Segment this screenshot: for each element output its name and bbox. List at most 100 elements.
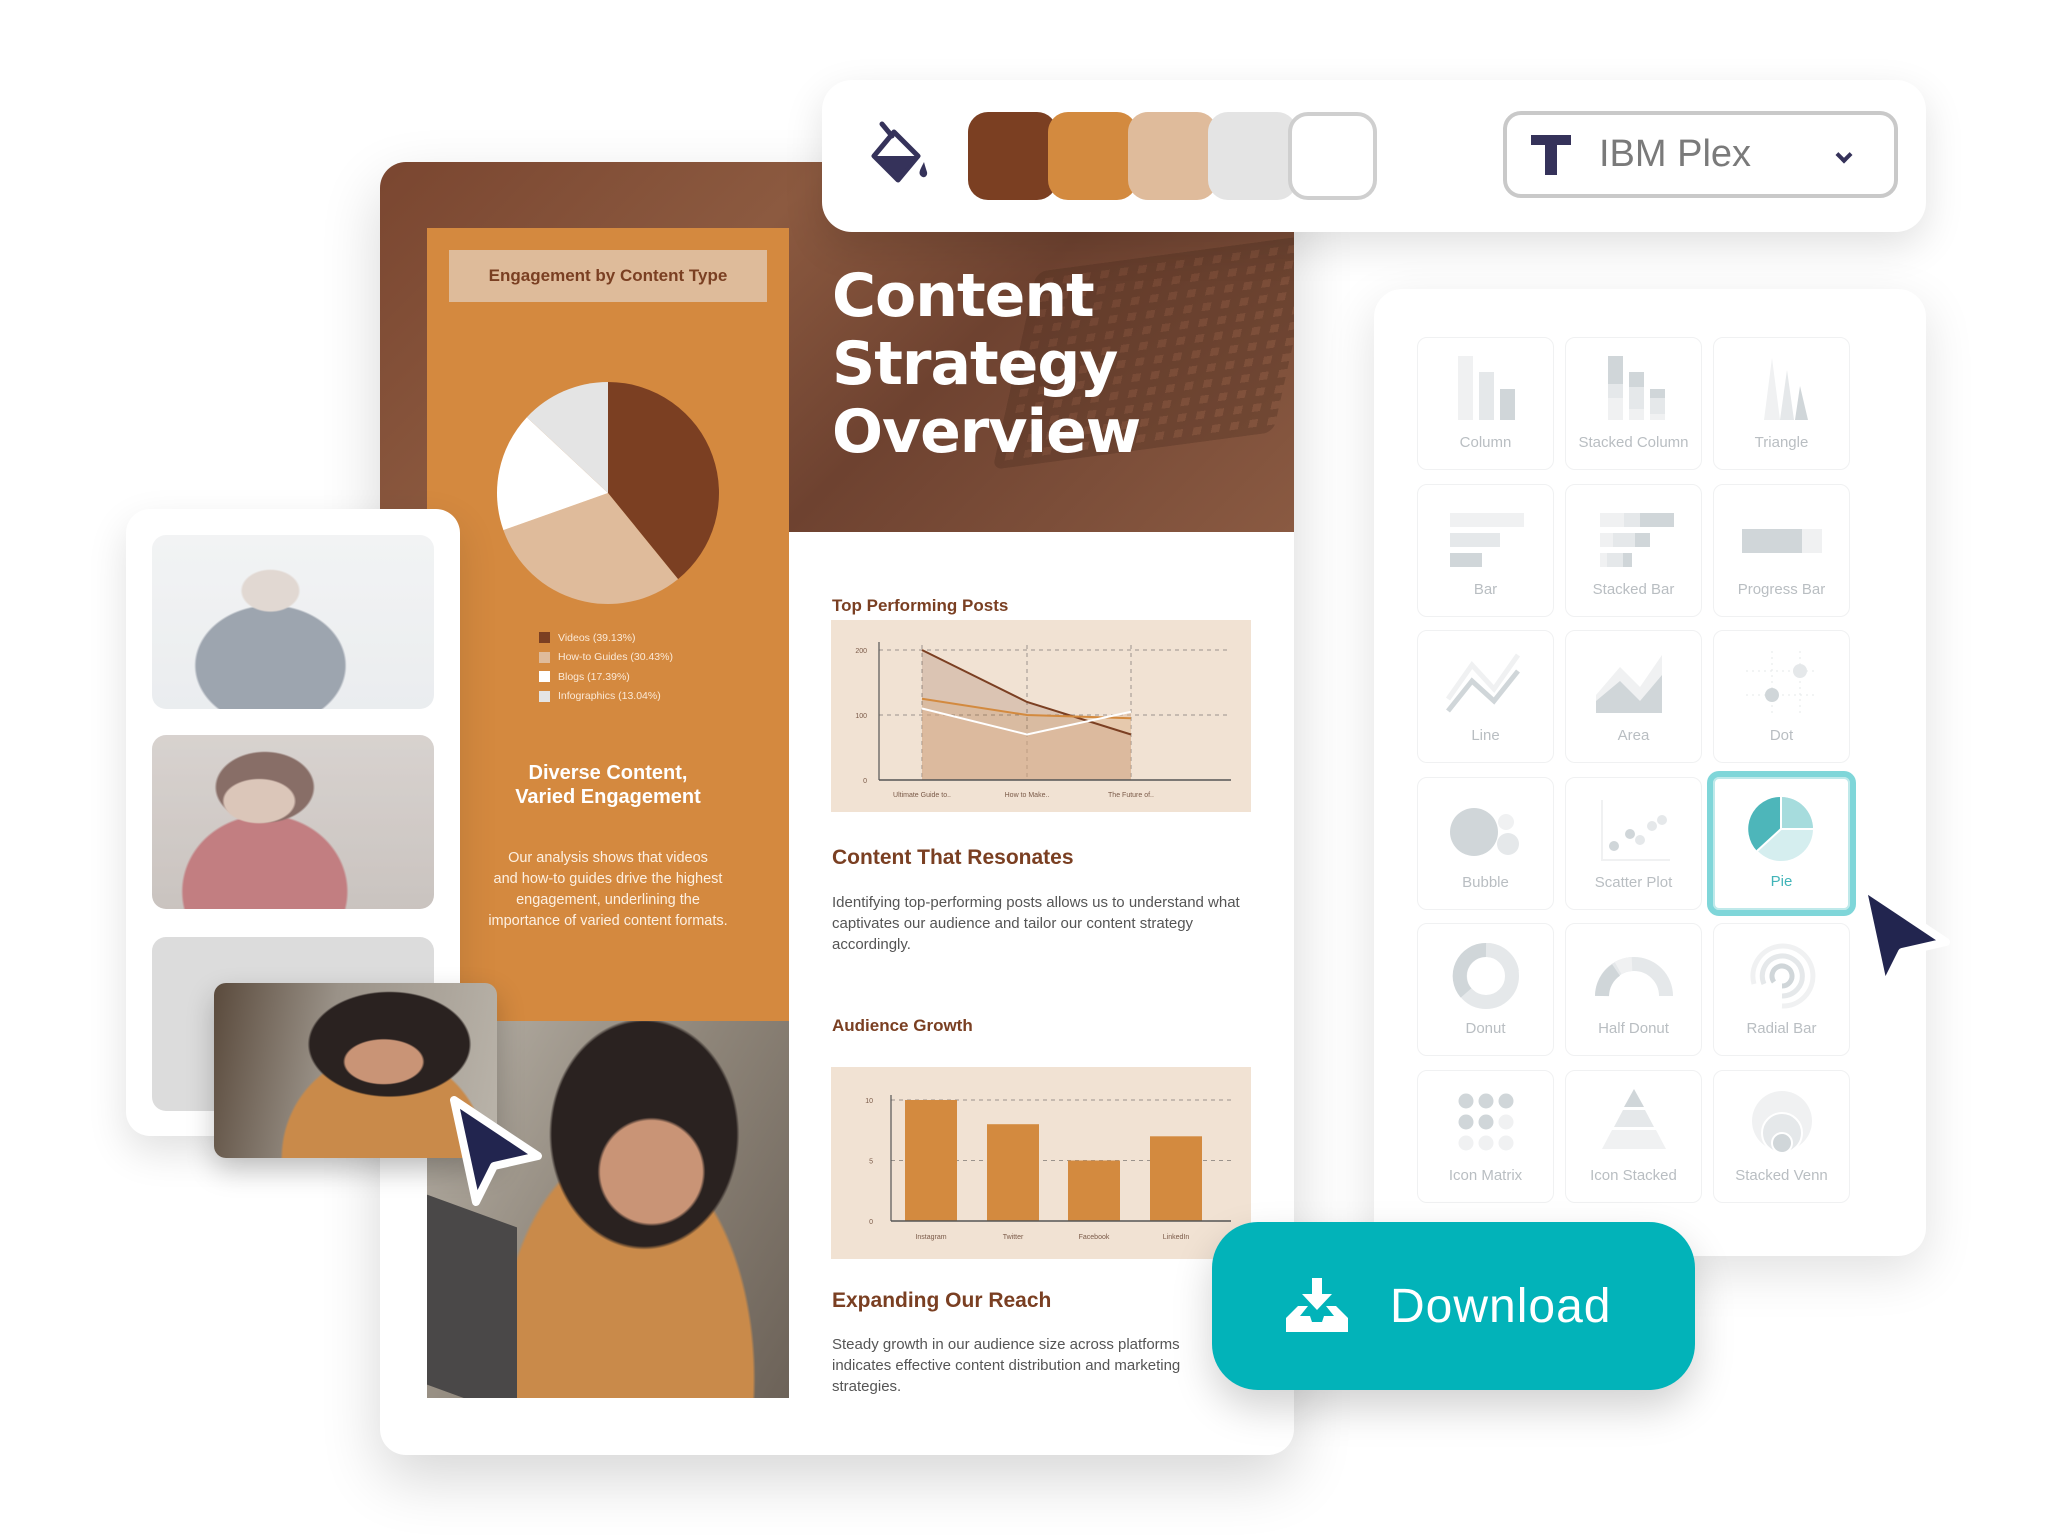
chart-type-line[interactable]: Line [1417, 630, 1554, 764]
legend-label: Infographics (13.04%) [558, 690, 661, 703]
engagement-body: Our analysis shows that videos and how-t… [457, 848, 759, 932]
stacked-bar-chart-icon [1600, 512, 1674, 567]
engagement-panel[interactable]: Engagement by Content Type Videos (39.13… [427, 228, 789, 1021]
body-line: Our analysis shows that videos [508, 850, 708, 866]
y-tick-label: 0 [869, 1219, 873, 1226]
text-T-icon [1531, 134, 1571, 175]
heading-line: Varied Engagement [515, 786, 701, 808]
chart-type-label: Progress Bar [1737, 580, 1826, 598]
x-tick-label: Ultimate Guide to.. [893, 792, 951, 799]
bar-linkedin[interactable] [1150, 1136, 1202, 1221]
chart-type-label: Stacked Venn [1735, 1167, 1828, 1184]
resonates-body: Identifying top-performing posts allows … [832, 894, 1240, 953]
chart-type-area[interactable]: Area [1565, 630, 1702, 764]
chart-type-donut[interactable]: Donut [1417, 923, 1554, 1057]
legend-item: Infographics (13.04%) [539, 687, 673, 707]
color-swatch-light-gray[interactable] [1208, 112, 1297, 200]
chart-type-pie[interactable]: Pie [1707, 770, 1856, 916]
bar-chart-icon [1450, 512, 1524, 567]
chart-type-bubble[interactable]: Bubble [1417, 776, 1554, 910]
paint-bucket-icon[interactable] [864, 118, 936, 190]
style-toolbar: IBM Plex [822, 80, 1926, 232]
chart-type-stacked-venn[interactable]: Stacked Venn [1713, 1070, 1850, 1203]
resonates-heading: Content That Resonates [832, 846, 1074, 869]
chart-type-scatter-plot[interactable]: Scatter Plot [1565, 776, 1702, 910]
heading-line: Diverse Content, [528, 762, 688, 784]
chart-type-stacked-bar[interactable]: Stacked Bar [1565, 483, 1702, 617]
engagement-pie-chart[interactable] [495, 380, 721, 606]
reach-body: Steady growth in our audience size acros… [832, 1336, 1181, 1395]
bar-instagram[interactable] [905, 1100, 957, 1221]
font-family-dropdown[interactable]: IBM Plex [1503, 111, 1898, 198]
chart-type-column[interactable]: Column [1417, 337, 1554, 470]
icon-matrix-icon [1458, 1093, 1514, 1151]
bar-twitter[interactable] [987, 1124, 1039, 1221]
chart-type-label: Icon Matrix [1448, 1167, 1523, 1184]
y-tick-label: 5 [869, 1159, 873, 1166]
document-title[interactable]: Content Strategy Overview [832, 262, 1141, 467]
reach-heading: Expanding Our Reach [832, 1289, 1052, 1312]
chart-type-label: Dot [1769, 727, 1794, 745]
chart-type-radial-bar[interactable]: Radial Bar [1713, 923, 1850, 1057]
top-posts-chart-box[interactable]: 0 100 200 Ultimate Guide to.. How to Make.. T… [831, 620, 1251, 812]
chart-type-label: Icon Stacked [1590, 1167, 1677, 1184]
chart-type-stacked-column[interactable]: Stacked Column [1565, 337, 1702, 470]
x-tick-label: LinkedIn [1163, 1234, 1190, 1241]
color-swatch-dark-brown[interactable] [968, 112, 1057, 200]
color-swatch-white[interactable] [1288, 112, 1377, 200]
color-swatch-tan[interactable] [1128, 112, 1217, 200]
radial-bar-chart-icon [1750, 943, 1816, 1009]
area-chart-icon [1596, 655, 1662, 714]
photo-thumbnail-woman-glasses[interactable] [152, 735, 434, 909]
stacked-column-chart-icon [1608, 356, 1665, 420]
chart-type-triangle[interactable]: Triangle [1713, 337, 1850, 470]
chart-type-bar[interactable]: Bar [1417, 483, 1554, 617]
title-line: Overview [832, 397, 1141, 467]
legend-swatch [539, 671, 550, 683]
engagement-title: Engagement by Content Type [488, 266, 728, 285]
chart-type-picker: Column Stacked Column Triangle Bar Stacked B… [1374, 289, 1926, 1256]
chart-type-label: Stacked Column [1578, 434, 1689, 451]
half-donut-chart-icon [1595, 957, 1673, 997]
x-tick-label: Instagram [915, 1234, 946, 1241]
chart-type-label: Triangle [1754, 434, 1809, 451]
chart-type-icon-matrix[interactable]: Icon Matrix [1417, 1070, 1554, 1203]
stacked-venn-icon [1752, 1091, 1812, 1154]
cursor-arrow-icon [1858, 882, 1950, 992]
column-chart-icon [1458, 356, 1515, 420]
bubble-chart-icon [1450, 807, 1519, 856]
chart-type-dot[interactable]: Dot [1713, 630, 1850, 764]
scatter-plot-icon [1601, 799, 1670, 861]
chart-type-half-donut[interactable]: Half Donut [1565, 923, 1702, 1057]
bar-facebook[interactable] [1068, 1160, 1120, 1222]
legend-swatch [539, 651, 550, 663]
growth-chart-box[interactable]: 0 5 10 Instagram Twitter Facebook LinkedIn [831, 1067, 1251, 1259]
top-posts-area-chart[interactable]: 0 100 200 Ultimate Guide to.. How to Make.. T… [831, 620, 1251, 812]
body-line: engagement, underlining the [516, 892, 700, 908]
body-line: and how-to guides drive the highest [493, 871, 723, 887]
progress-bar-icon [1742, 528, 1822, 553]
audience-growth-bar-chart[interactable]: 0 5 10 Instagram Twitter Facebook LinkedIn [831, 1067, 1251, 1259]
icon-stacked-icon [1602, 1089, 1666, 1149]
chart-type-progress-bar[interactable]: Progress Bar [1713, 483, 1850, 617]
chart-type-label: Donut [1465, 1020, 1506, 1038]
growth-heading: Audience Growth [832, 1016, 973, 1035]
engagement-heading: Diverse Content, Varied Engagement [427, 761, 789, 809]
pie-chart-icon [1748, 796, 1813, 861]
legend-item: Blogs (17.39%) [539, 667, 673, 687]
chart-type-label: Scatter Plot [1594, 873, 1673, 891]
color-swatch-orange[interactable] [1048, 112, 1137, 200]
photo-thumbnail-man[interactable] [152, 535, 434, 709]
chart-type-label: Pie [1770, 872, 1793, 890]
chart-type-label: Column [1459, 434, 1512, 451]
legend-item: Videos (39.13%) [539, 628, 673, 648]
download-label: Download [1390, 1279, 1612, 1333]
download-button[interactable]: Download [1212, 1222, 1695, 1390]
chart-type-label: Radial Bar [1746, 1020, 1817, 1038]
legend-swatch [539, 690, 550, 702]
chart-type-label: Area [1617, 727, 1650, 745]
legend-swatch [539, 632, 550, 644]
chart-type-label: Bar [1473, 580, 1498, 598]
chart-type-label: Stacked Bar [1592, 580, 1675, 598]
chart-type-icon-stacked[interactable]: Icon Stacked [1565, 1070, 1702, 1203]
